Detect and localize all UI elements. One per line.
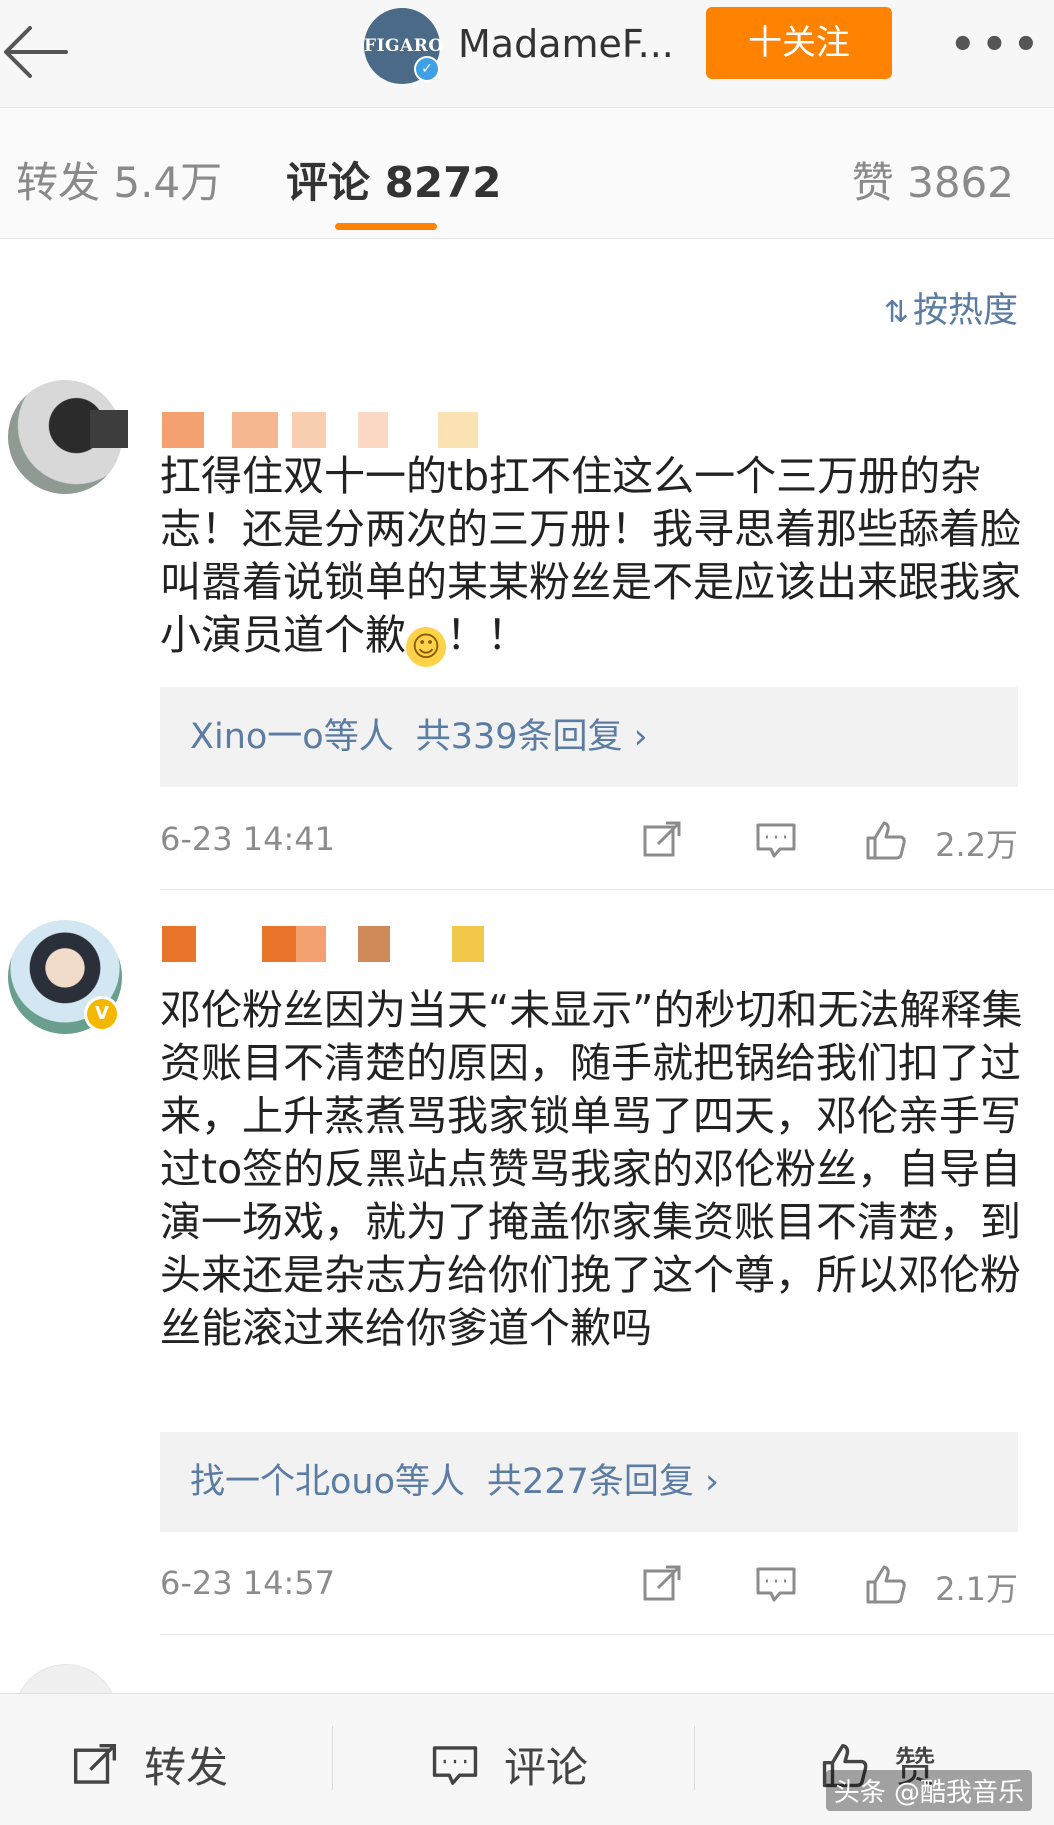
comment-meta: 6-23 14:41 2.2万 (160, 816, 1018, 866)
top-navigation-bar: FIGARO MadameF... 十关注 ••• (0, 0, 1054, 108)
smile-emoji-icon: ☺ (406, 627, 446, 667)
tab-repost[interactable]: 转发 5.4万 (16, 149, 222, 210)
avatar-mosaic (90, 410, 128, 448)
comment-text: 邓伦粉丝因为当天“未显示”的秒切和无法解释集资账目不清楚的原因，随手就把锅给我们… (160, 986, 1023, 1352)
active-tab-indicator (335, 223, 437, 230)
separator (332, 1726, 333, 1790)
username-redacted[interactable] (162, 412, 522, 452)
replies-preview[interactable]: Xino一o等人 共339条回复 › (160, 687, 1018, 787)
divider (160, 1634, 1054, 1635)
username-redacted[interactable] (162, 926, 502, 966)
comment-label: 评论 (504, 1743, 589, 1792)
reply-users: 找一个北ouo等人 (190, 1462, 466, 1502)
reply-count: 共339条回复 › (415, 717, 648, 757)
comment-text: 扛得住双十一的tb扛不住这么一个三万册的杂志！还是分两次的三万册！我寻思着那些舔… (160, 450, 1026, 667)
tab-like[interactable]: 赞 3862 (852, 149, 1014, 210)
comment-button[interactable]: 评论 (430, 1734, 588, 1795)
repost-icon[interactable] (640, 1562, 684, 1606)
sort-by-hot-button[interactable]: ⇅ 按热度 (884, 282, 1018, 333)
comment-body: 扛得住双十一的tb扛不住这么一个三万册的杂志！还是分两次的三万册！我寻思着那些舔… (160, 452, 1021, 659)
like-count: 2.1万 (935, 1570, 1018, 1608)
account-name[interactable]: MadameF... (458, 22, 674, 66)
replies-preview[interactable]: 找一个北ouo等人 共227条回复 › (160, 1432, 1018, 1532)
reply-users: Xino一o等人 (190, 717, 394, 757)
follow-button[interactable]: 十关注 (706, 7, 892, 79)
repost-label: 转发 (144, 1743, 229, 1792)
timestamp: 6-23 14:41 (160, 820, 336, 858)
separator (694, 1726, 695, 1790)
sort-icon: ⇅ (883, 295, 909, 330)
thumbs-up-icon[interactable] (864, 1562, 908, 1606)
tab-comment[interactable]: 评论 8272 (286, 149, 502, 210)
back-arrow-icon[interactable] (0, 14, 90, 86)
repost-icon[interactable] (640, 818, 684, 862)
vip-badge-icon (84, 996, 120, 1032)
comment-meta: 6-23 14:57 2.1万 (160, 1560, 1018, 1610)
comment-icon[interactable] (754, 818, 798, 862)
watermark: 头条 @酷我音乐 (825, 1770, 1032, 1811)
comment-icon[interactable] (754, 1562, 798, 1606)
comment-suffix: ！！ (446, 611, 528, 659)
like-count: 2.2万 (935, 826, 1018, 864)
repost-icon (73, 1743, 117, 1784)
tab-bar: 转发 5.4万 评论 8272 赞 3862 (0, 109, 1054, 239)
more-options-icon[interactable]: ••• (950, 22, 1045, 68)
sort-label: 按热度 (912, 291, 1018, 331)
divider (160, 889, 1054, 890)
verified-badge-icon (414, 56, 440, 82)
repost-button[interactable]: 转发 (70, 1734, 228, 1795)
comment-icon (432, 1745, 478, 1785)
reply-count: 共227条回复 › (487, 1462, 719, 1502)
thumbs-up-icon[interactable] (864, 818, 908, 862)
timestamp: 6-23 14:57 (160, 1564, 336, 1602)
